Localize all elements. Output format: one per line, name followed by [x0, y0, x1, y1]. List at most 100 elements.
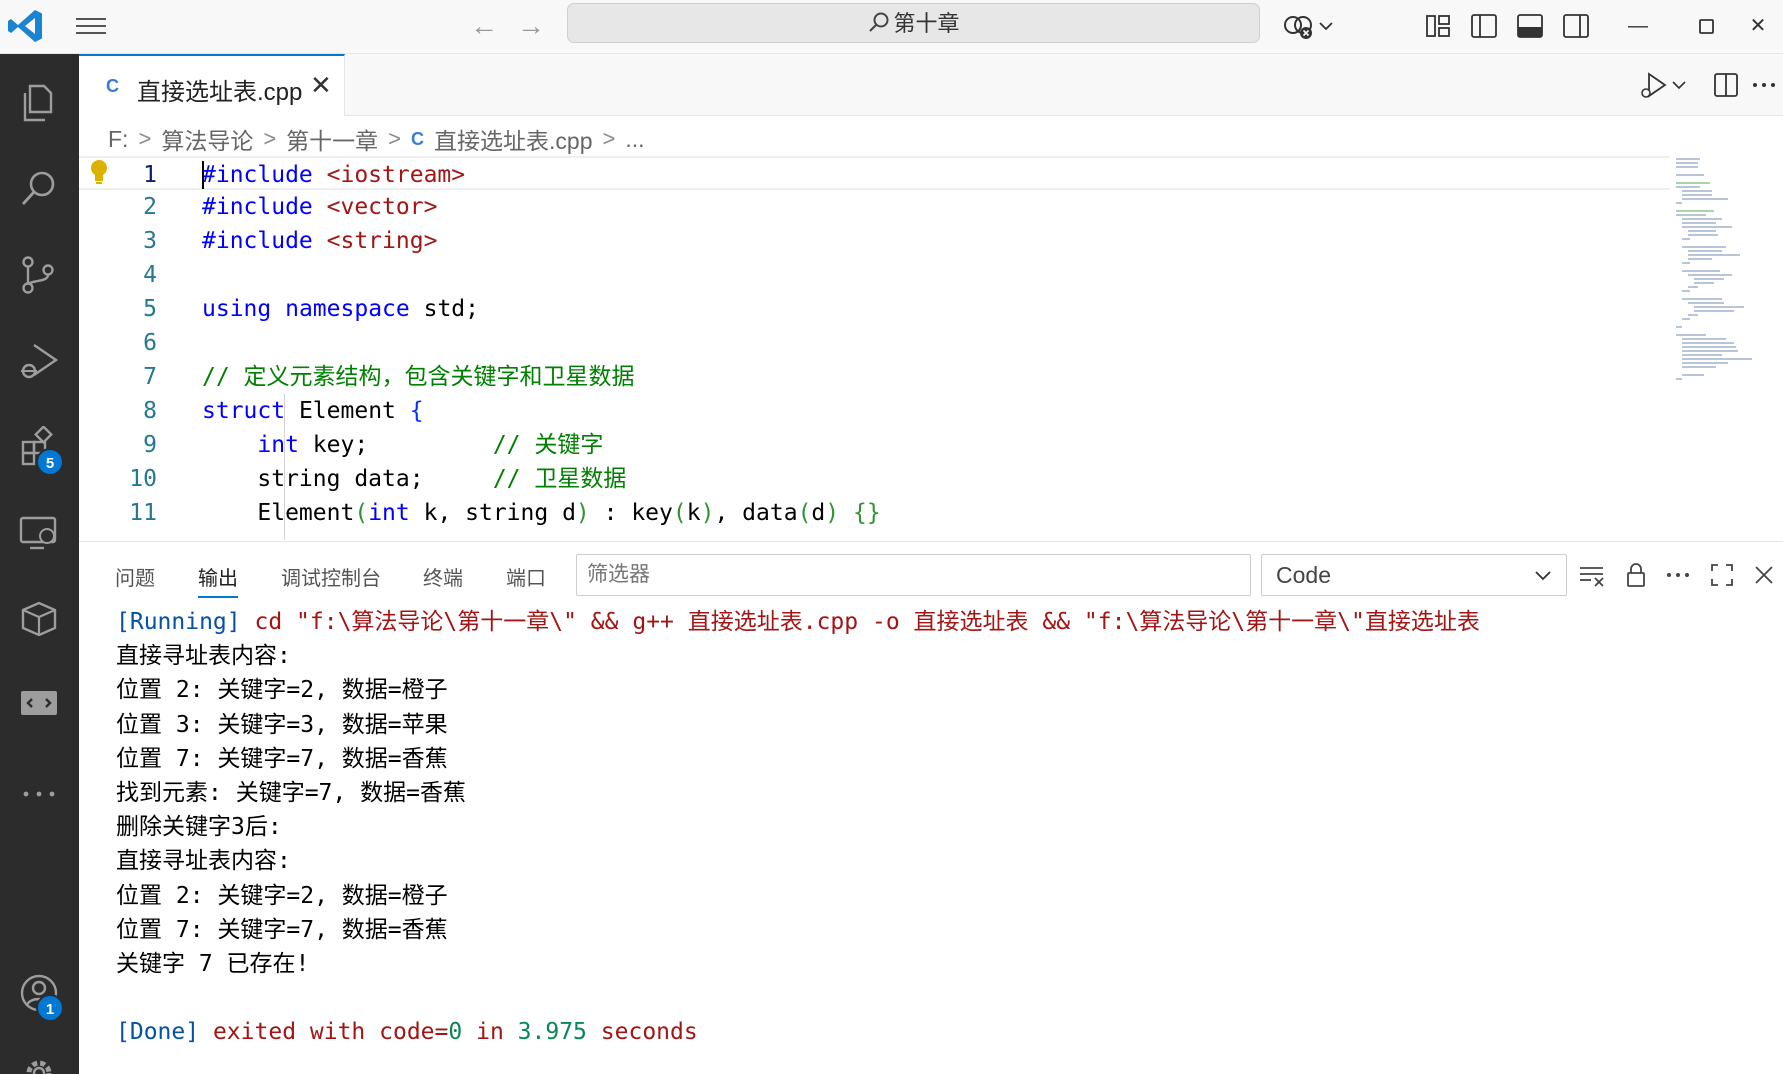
account-icon[interactable]: 1 [10, 964, 68, 1022]
code-token: ( [672, 500, 687, 526]
menu-icon[interactable] [74, 13, 108, 39]
tab-output[interactable]: 输出 [198, 562, 238, 598]
code-token: Element [298, 398, 396, 424]
output-line: 位置 2: 关键字=2, 数据=橙子 [116, 882, 448, 909]
toggle-primary-sidebar-icon[interactable] [1468, 10, 1500, 42]
code-line: 10 string data; // 卫星数据 [79, 462, 1669, 496]
line-number: 3 [143, 228, 157, 254]
output-text: code= [379, 1019, 449, 1046]
close-panel-icon[interactable] [1749, 560, 1779, 590]
packages-icon[interactable] [10, 590, 68, 648]
remote-icon[interactable] [10, 676, 68, 734]
vscode-logo-icon [8, 10, 42, 42]
source-control-icon[interactable] [10, 246, 68, 304]
run-debug-file-icon[interactable] [1637, 68, 1671, 102]
code-token: #include [202, 162, 313, 188]
title-bar: ← → 第十章 — ✕ [0, 0, 1783, 54]
output-tag: [Running] [116, 609, 241, 635]
code-comment: // 定义元素结构，包含关键字和卫星数据 [202, 364, 635, 390]
output-line: 位置 3: 关键字=3, 数据=苹果 [116, 711, 448, 738]
breadcrumb-folder-chapter11[interactable]: 第十一章 [286, 122, 378, 156]
code-token: ) [700, 500, 715, 526]
lock-icon[interactable] [1621, 560, 1651, 590]
output-text: seconds [600, 1019, 698, 1046]
chevron-right-icon: > [138, 126, 152, 151]
code-line: 2 #include <vector> [79, 190, 1669, 224]
output-line: 找到元素: 关键字=7, 数据=香蕉 [116, 779, 466, 806]
chevron-down-icon [1535, 571, 1551, 581]
code-token: key; [312, 432, 369, 458]
code-token: d [811, 500, 826, 526]
output-channel-value: Code [1276, 562, 1331, 588]
split-editor-icon[interactable] [1709, 68, 1743, 102]
breadcrumb-more[interactable]: ... [625, 126, 644, 153]
extensions-icon[interactable]: 5 [10, 418, 68, 476]
more-icon[interactable] [10, 762, 68, 820]
code-line: 6 [79, 326, 1669, 360]
code-line: 4 [79, 258, 1669, 292]
output-line: 位置 2: 关键字=2, 数据=橙子 [116, 677, 448, 704]
code-line: 9 int key; // 关键字 [79, 428, 1669, 462]
copilot-icon[interactable] [1282, 10, 1314, 42]
code-token: <vector> [326, 194, 438, 220]
remote-explorer-icon[interactable] [10, 504, 68, 562]
search-text: 第十章 [893, 11, 960, 36]
output-line: [Running] cd "f:\算法导论\第十一章\" && g++ 直接选址… [116, 605, 1480, 639]
code-token: <string> [326, 228, 438, 254]
maximize-button[interactable] [1688, 8, 1724, 44]
tab-problems[interactable]: 问题 [115, 562, 155, 591]
line-number: 11 [129, 500, 157, 526]
tab-terminal[interactable]: 终端 [423, 562, 463, 591]
code-token: struct [202, 398, 286, 424]
output-line: [Done] exited with code=0 in 3.975 secon… [116, 1015, 1480, 1049]
code-token: std; [423, 296, 479, 322]
output-command: cd "f:\算法导论\第十一章\" && g++ 直接选址表.cpp -o 直… [254, 609, 1480, 635]
code-token: Element [257, 500, 355, 526]
run-dropdown-chevron-icon[interactable] [1669, 68, 1689, 102]
more-actions-icon[interactable] [1747, 68, 1781, 102]
toggle-panel-icon[interactable] [1514, 10, 1546, 42]
search-icon[interactable] [10, 160, 68, 218]
tab-close-icon[interactable]: ✕ [310, 70, 332, 101]
code-token: int [368, 500, 410, 526]
panel-more-icon[interactable] [1663, 560, 1693, 590]
run-debug-icon[interactable] [10, 332, 68, 390]
output-filter-input[interactable]: 筛选器 [576, 554, 1251, 596]
line-number: 4 [143, 262, 157, 288]
output-line: 位置 7: 关键字=7, 数据=香蕉 [116, 745, 448, 772]
explorer-icon[interactable] [10, 74, 68, 132]
breadcrumb-folder-algorithms[interactable]: 算法导论 [161, 122, 253, 156]
output-log[interactable]: [Running] cd "f:\算法导论\第十一章\" && g++ 直接选址… [116, 605, 1480, 1049]
command-center-search[interactable]: 第十章 [567, 3, 1260, 43]
output-duration: 3.975 [517, 1019, 587, 1046]
forward-arrow-icon[interactable]: → [515, 10, 547, 42]
breadcrumb: F: > 算法导论 > 第十一章 > C 直接选址表.cpp >... [108, 122, 645, 156]
code-token: ( [797, 500, 812, 526]
maximize-panel-icon[interactable] [1707, 560, 1737, 590]
settings-icon[interactable] [10, 1044, 68, 1074]
code-line: 5 using namespace std; [79, 292, 1669, 326]
minimap[interactable] [1670, 156, 1770, 396]
tab-ports[interactable]: 端口 [506, 562, 546, 591]
toggle-secondary-sidebar-icon[interactable] [1560, 10, 1592, 42]
line-number: 6 [143, 330, 157, 356]
lightbulb-icon[interactable] [88, 158, 110, 186]
tab-direct-address-table[interactable]: C 直接选址表.cpp ✕ [79, 54, 345, 116]
output-line-blank [116, 981, 1480, 1015]
close-window-button[interactable]: ✕ [1740, 8, 1776, 44]
back-arrow-icon[interactable]: ← [468, 10, 500, 42]
tab-debug-console[interactable]: 调试控制台 [281, 562, 381, 591]
code-line: 3 #include <string> [79, 224, 1669, 258]
line-number: 2 [143, 194, 157, 220]
code-token: namespace [285, 296, 410, 322]
output-channel-select[interactable]: Code [1261, 554, 1567, 596]
breadcrumb-drive[interactable]: F: [108, 126, 128, 153]
customize-layout-icon[interactable] [1422, 10, 1454, 42]
code-editor[interactable]: 1 #include <iostream> 2 #include <vector> … [79, 156, 1783, 540]
minimize-button[interactable]: — [1620, 8, 1656, 44]
indent-guide [284, 394, 285, 540]
code-line: 1 #include <iostream> [79, 156, 1669, 190]
breadcrumb-file[interactable]: 直接选址表.cpp [434, 122, 592, 156]
chevron-down-icon[interactable] [1316, 10, 1336, 42]
clear-output-icon[interactable] [1577, 560, 1607, 590]
